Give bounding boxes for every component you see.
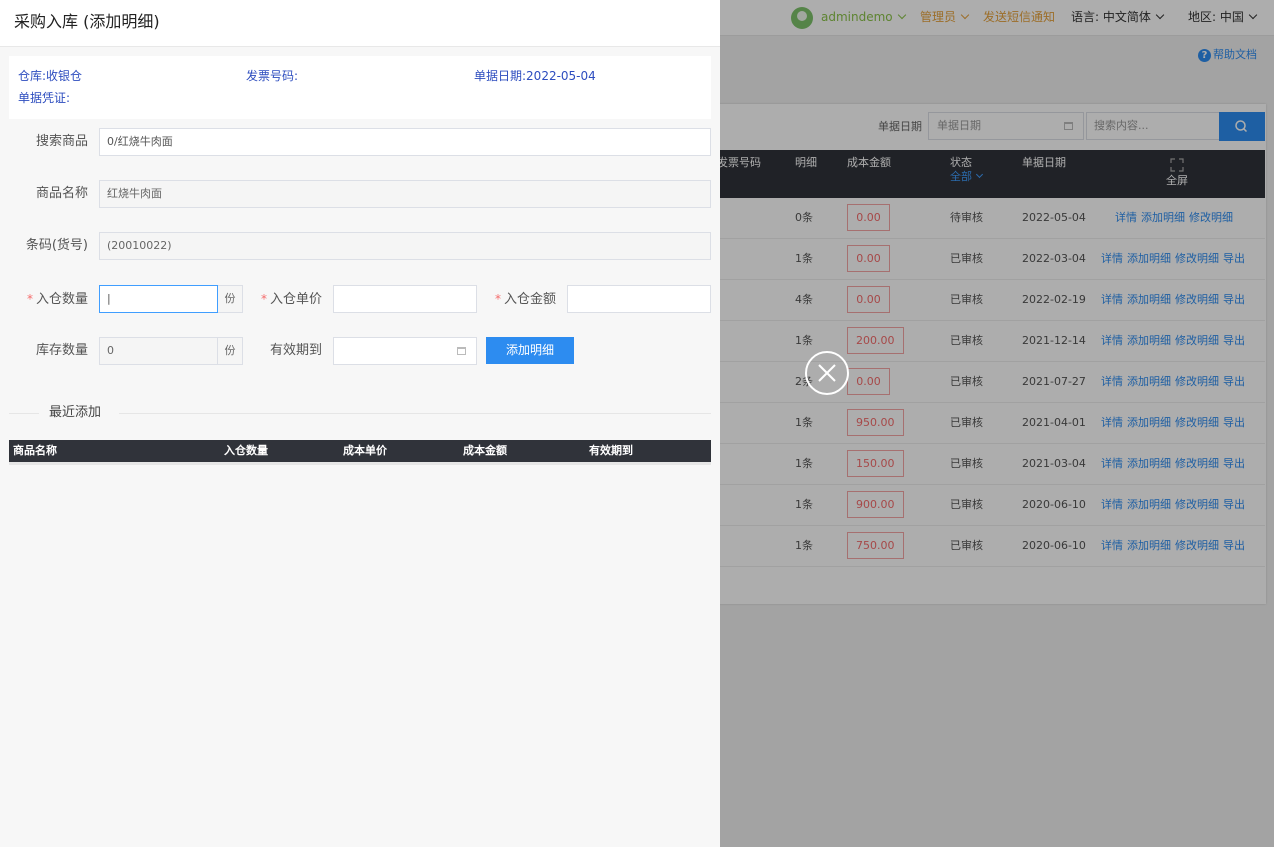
expiry-date-input[interactable] [333,337,477,365]
inbound-amount-input[interactable] [567,285,711,313]
add-detail-drawer: 采购入库 (添加明细) 仓库:收银仓 发票号码: 单据日期:2022-05-04… [0,0,720,847]
required-mark: * [494,292,501,306]
divider [9,413,39,414]
search-product-input[interactable]: 0/红烧牛肉面 [99,128,711,156]
inbound-price-label: * 入仓单价 [244,285,322,314]
drawer-header: 采购入库 (添加明细) [0,0,720,47]
drawer-title: 采购入库 (添加明细) [14,12,160,31]
inbound-qty-input[interactable]: | [99,285,218,313]
bill-date-info: 单据日期:2022-05-04 [474,69,596,83]
calendar-icon [457,347,466,355]
recent-col-qty: 入仓数量 [224,444,268,457]
inbound-price-input[interactable] [333,285,477,313]
bill-info-panel: 仓库:收银仓 发票号码: 单据日期:2022-05-04 单据凭证: [9,56,711,119]
invoice-info: 发票号码: [246,69,299,83]
required-mark: * [260,292,267,306]
inbound-qty-label: * 入仓数量 [10,285,88,314]
search-product-label: 搜索商品 [35,134,88,149]
close-drawer-button[interactable] [805,351,849,395]
stock-qty-field: 0 [99,337,218,365]
inbound-qty-label-text: 入仓数量 [35,292,88,307]
recent-col-unit-cost: 成本单价 [343,444,387,457]
stock-qty-label: 库存数量 [35,343,88,358]
recent-table-header: 商品名称 入仓数量 成本单价 成本金额 有效期到 [9,440,711,465]
close-icon [818,364,836,382]
recent-col-cost-amount: 成本金额 [463,444,507,457]
product-name-label: 商品名称 [35,186,88,201]
recent-col-expiry: 有效期到 [589,444,633,457]
inbound-price-label-text: 入仓单价 [269,292,322,307]
recent-col-name: 商品名称 [13,444,57,457]
expiry-label: 有效期到 [269,343,322,358]
divider [119,413,711,414]
stock-unit: 份 [218,337,243,365]
voucher-info: 单据凭证: [18,91,71,105]
product-name-field: 红烧牛肉面 [99,180,711,208]
barcode-field: (20010022) [99,232,711,260]
qty-unit: 份 [218,285,243,313]
recent-added-section: 最近添加 [9,404,711,424]
inbound-amount-label: * 入仓金额 [478,285,556,314]
add-detail-button[interactable]: 添加明细 [486,337,574,364]
warehouse-info: 仓库:收银仓 [18,69,83,83]
inbound-amount-label-text: 入仓金额 [503,292,556,307]
barcode-label: 条码(货号) [25,238,88,253]
required-mark: * [26,292,33,306]
recent-added-title: 最近添加 [49,405,102,420]
